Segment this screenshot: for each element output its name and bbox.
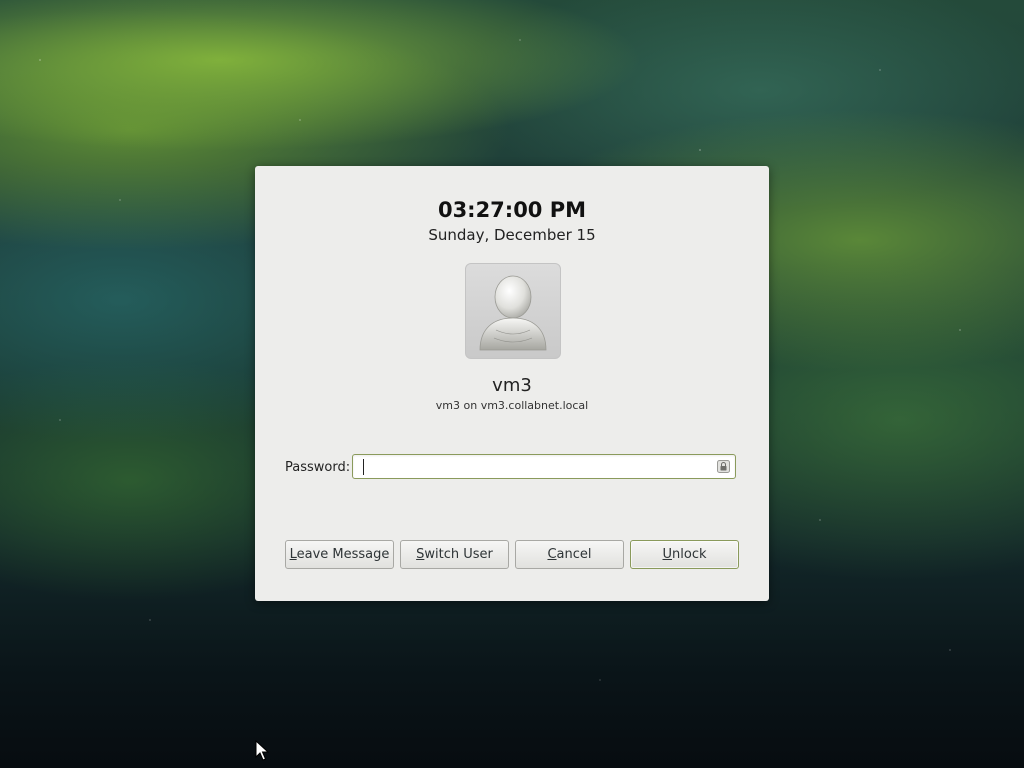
user-avatar-icon bbox=[465, 263, 561, 359]
password-field[interactable] bbox=[352, 454, 736, 479]
lock-icon bbox=[717, 460, 730, 473]
leave-message-button[interactable]: Leave Message bbox=[285, 540, 394, 569]
clock-date: Sunday, December 15 bbox=[428, 226, 596, 244]
unlock-button[interactable]: Unlock bbox=[630, 540, 739, 569]
cancel-button[interactable]: Cancel bbox=[515, 540, 624, 569]
username-label: vm3 bbox=[492, 375, 532, 396]
switch-user-button[interactable]: Switch User bbox=[400, 540, 509, 569]
mouse-pointer-icon bbox=[255, 740, 269, 761]
clock-time: 03:27:00 PM bbox=[437, 198, 587, 222]
password-input[interactable] bbox=[361, 457, 706, 476]
user-realm-label: vm3 on vm3.collabnet.local bbox=[435, 399, 589, 412]
lock-screen-dialog: 03:27:00 PM Sunday, December 15 vm3 vm3 … bbox=[255, 166, 769, 601]
password-label: Password: bbox=[285, 460, 351, 475]
text-caret bbox=[363, 459, 364, 475]
